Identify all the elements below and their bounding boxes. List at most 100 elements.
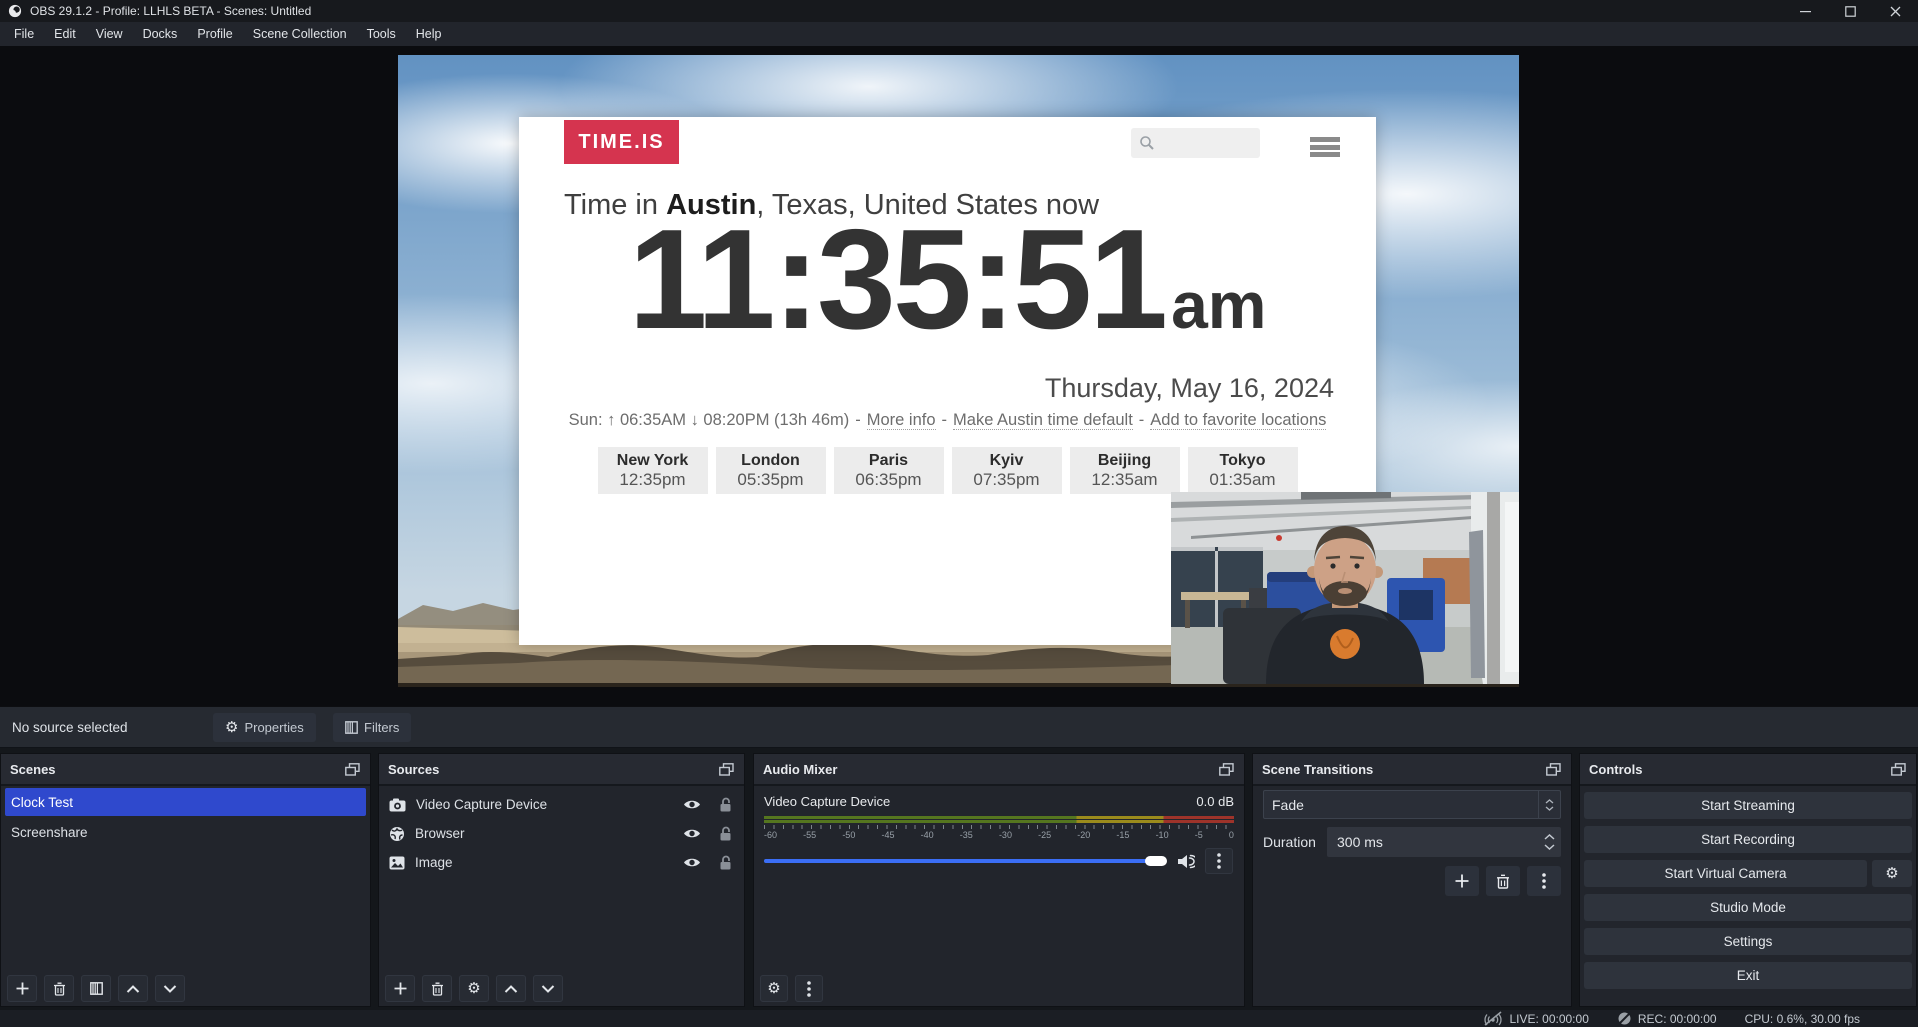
scenes-panel: Scenes Clock Test Screenshare (0, 753, 371, 1007)
close-button[interactable] (1873, 0, 1918, 22)
popout-icon[interactable] (717, 761, 735, 777)
city-newyork: New York12:35pm (598, 447, 708, 494)
filters-button[interactable]: Filters (333, 713, 411, 742)
rec-status: REC: 00:00:00 (1617, 1011, 1717, 1026)
sources-toolbar: ⚙ (385, 975, 563, 1002)
timeis-clock: 11:35:51 am (519, 209, 1376, 351)
remove-transition-button[interactable] (1486, 866, 1520, 896)
chevron-updown-icon (1538, 791, 1560, 818)
filter-icon (345, 721, 358, 734)
popout-icon[interactable] (1217, 761, 1235, 777)
settings-button[interactable]: Settings (1584, 928, 1912, 955)
source-toolbar: No source selected ⚙ Properties Filters (0, 706, 1918, 748)
properties-button[interactable]: ⚙ Properties (213, 713, 316, 742)
scene-item-clock-test[interactable]: Clock Test (5, 788, 366, 816)
menu-scene-collection[interactable]: Scene Collection (243, 22, 357, 46)
exit-button[interactable]: Exit (1584, 962, 1912, 989)
globe-icon (389, 826, 405, 842)
source-properties-button[interactable]: ⚙ (459, 975, 489, 1002)
camera-icon (389, 798, 406, 812)
remove-scene-button[interactable] (44, 975, 74, 1002)
clock-time: 11:35:51 (629, 209, 1166, 351)
menu-tools[interactable]: Tools (357, 22, 406, 46)
speaker-icon[interactable] (1177, 854, 1195, 869)
popout-icon[interactable] (1544, 761, 1562, 777)
scene-filters-button[interactable] (81, 975, 111, 1002)
move-source-up-button[interactable] (496, 975, 526, 1002)
menu-file[interactable]: File (4, 22, 44, 46)
move-scene-down-button[interactable] (155, 975, 185, 1002)
start-virtual-camera-button[interactable]: Start Virtual Camera (1584, 860, 1867, 887)
source-status-text: No source selected (12, 707, 128, 747)
city-kyiv: Kyiv07:35pm (952, 447, 1062, 494)
popout-icon[interactable] (343, 761, 361, 777)
minimize-button[interactable] (1783, 0, 1828, 22)
gear-icon: ⚙ (767, 981, 780, 996)
gear-icon: ⚙ (1885, 866, 1898, 881)
timeis-link-more-info: More info (867, 411, 936, 430)
source-item-video-capture[interactable]: Video Capture Device (379, 790, 744, 819)
start-streaming-button[interactable]: Start Streaming (1584, 792, 1912, 819)
virtual-camera-config-button[interactable]: ⚙ (1872, 860, 1912, 887)
unlock-icon[interactable] (719, 797, 732, 812)
menu-edit[interactable]: Edit (44, 22, 86, 46)
timeis-date: Thursday, May 16, 2024 (1045, 373, 1334, 404)
menu-help[interactable]: Help (406, 22, 452, 46)
add-transition-button[interactable] (1445, 866, 1479, 896)
status-bar: LIVE: 00:00:00 REC: 00:00:00 CPU: 0.6%, … (0, 1010, 1918, 1027)
unlock-icon[interactable] (719, 826, 732, 841)
controls-panel: Controls Start Streaming Start Recording… (1579, 753, 1917, 1007)
clock-ampm: am (1171, 272, 1266, 338)
scenes-header[interactable]: Scenes (1, 754, 370, 786)
move-source-down-button[interactable] (533, 975, 563, 1002)
transition-select[interactable]: Fade (1263, 790, 1561, 819)
scene-item-screenshare[interactable]: Screenshare (1, 818, 370, 846)
source-item-image[interactable]: Image (379, 848, 744, 877)
add-scene-button[interactable] (7, 975, 37, 1002)
timeis-link-make-default: Make Austin time default (953, 411, 1133, 430)
source-item-browser[interactable]: Browser (379, 819, 744, 848)
maximize-button[interactable] (1828, 0, 1873, 22)
start-recording-button[interactable]: Start Recording (1584, 826, 1912, 853)
obs-logo-icon (8, 4, 22, 18)
studio-mode-button[interactable]: Studio Mode (1584, 894, 1912, 921)
broadcast-off-icon (1483, 1011, 1503, 1026)
duration-spinbox[interactable]: 300 ms (1327, 827, 1561, 857)
webcam-video-source[interactable] (1171, 492, 1519, 684)
menu-view[interactable]: View (86, 22, 133, 46)
audio-mixer-header[interactable]: Audio Mixer (754, 754, 1244, 786)
advanced-audio-button[interactable]: ⚙ (760, 975, 788, 1002)
transitions-header[interactable]: Scene Transitions (1253, 754, 1571, 786)
window-title: OBS 29.1.2 - Profile: LLHLS BETA - Scene… (30, 4, 311, 18)
volume-meter (764, 816, 1234, 824)
volume-slider-handle[interactable] (1145, 856, 1167, 866)
move-scene-up-button[interactable] (118, 975, 148, 1002)
eye-visible-icon[interactable] (683, 828, 701, 839)
preview-area: TIME.IS Time in Austin, Texas, United St… (0, 46, 1918, 706)
gear-icon: ⚙ (467, 981, 480, 996)
transition-properties-kebab[interactable] (1527, 866, 1561, 896)
city-paris: Paris06:35pm (834, 447, 944, 494)
meter-tickmarks (764, 825, 1234, 829)
mixer-options-kebab[interactable] (1205, 848, 1233, 874)
sources-header[interactable]: Sources (379, 754, 744, 786)
obs-window: OBS 29.1.2 - Profile: LLHLS BETA - Scene… (0, 0, 1918, 1027)
timeis-sun-line: Sun: ↑ 06:35AM ↓ 08:20PM (13h 46m)-More … (519, 411, 1376, 430)
eye-visible-icon[interactable] (683, 857, 701, 868)
image-icon (389, 856, 405, 870)
volume-slider[interactable] (764, 859, 1167, 863)
spinner-arrows[interactable] (1544, 827, 1555, 857)
timeis-search-box (1131, 128, 1260, 158)
menu-profile[interactable]: Profile (187, 22, 242, 46)
timeis-world-clocks: New York12:35pm London05:35pm Paris06:35… (519, 447, 1376, 494)
popout-icon[interactable] (1889, 761, 1907, 777)
eye-visible-icon[interactable] (683, 799, 701, 810)
remove-source-button[interactable] (422, 975, 452, 1002)
audio-kebab-button[interactable] (795, 975, 823, 1002)
add-source-button[interactable] (385, 975, 415, 1002)
city-london: London05:35pm (716, 447, 826, 494)
controls-header[interactable]: Controls (1580, 754, 1916, 786)
unlock-icon[interactable] (719, 855, 732, 870)
preview-canvas[interactable]: TIME.IS Time in Austin, Texas, United St… (398, 55, 1519, 687)
menu-docks[interactable]: Docks (133, 22, 188, 46)
